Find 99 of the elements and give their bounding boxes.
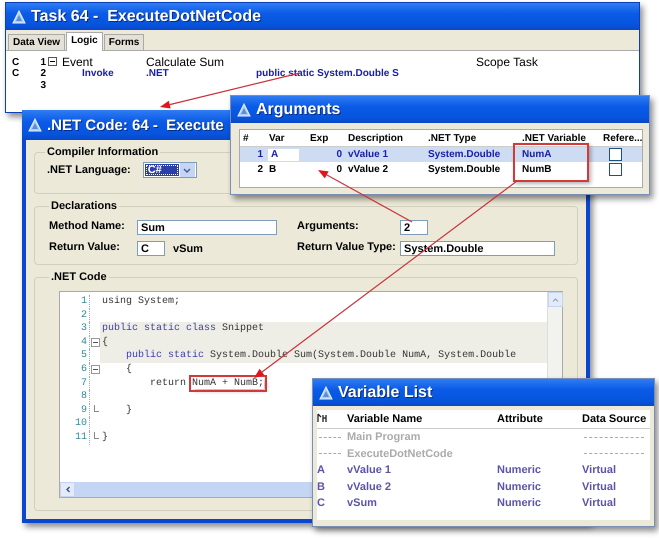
window-title: Task 64 - ExecuteDotNetCode — [31, 8, 261, 26]
table-cell-text: vValue 2 — [347, 164, 390, 175]
line-number: 9 — [60, 404, 90, 418]
chevron-left-icon — [66, 486, 70, 493]
code-line: return NumA + NumB; — [100, 376, 264, 390]
column-header[interactable]: Description — [345, 132, 425, 144]
table-cell-text: 0 — [335, 149, 343, 160]
operation-cell-text: .NET — [146, 68, 170, 78]
line-number: 1 — [60, 295, 90, 309]
table-cell-text: A — [317, 464, 326, 476]
argument-row[interactable]: 1 A 0 vValue 1 System.Double NumA — [240, 147, 642, 162]
column-header[interactable]: Var — [266, 132, 307, 144]
table-cell-text: NumA — [521, 149, 552, 160]
tab[interactable]: Forms — [104, 34, 144, 50]
column-header[interactable]: Refere... — [600, 132, 642, 144]
arguments-field[interactable]: 2 — [400, 220, 428, 235]
table-cell-text: Virtual — [582, 480, 618, 493]
dashed-line — [319, 453, 341, 454]
operation-cell-text: Scope Task — [475, 55, 539, 69]
window-title: .NET Code: 64 - Execute — [47, 116, 224, 134]
window-title: Arguments — [256, 100, 340, 118]
table-cell-text: System.Double — [427, 164, 502, 175]
table-cell-text: System.Double — [427, 149, 502, 160]
table-cell-text: 0 — [335, 164, 343, 175]
collapse-icon[interactable] — [90, 338, 100, 348]
table-cell-text: C — [317, 497, 326, 510]
operation-cell-text: Event — [62, 55, 93, 69]
table-cell-text: Numeric — [497, 497, 542, 510]
line-number: 11 — [60, 430, 90, 445]
table-cell: A — [268, 148, 299, 160]
group-title: Declarations — [50, 200, 118, 212]
table-cell-text: 1 — [256, 149, 264, 160]
operation-cell-text: Calculate Sum — [146, 55, 226, 69]
collapse-icon[interactable] — [90, 365, 100, 374]
language-dropdown[interactable]: C# — [142, 162, 197, 178]
operation-cell-text: Invoke — [81, 68, 115, 78]
chevron-up-icon — [552, 298, 559, 302]
line-number: 10 — [60, 417, 90, 431]
column-header[interactable]: # — [240, 132, 266, 144]
line-number: 8 — [60, 390, 90, 404]
dashed-line — [584, 453, 644, 454]
code-line: { — [125, 362, 132, 377]
table-cell-text: B — [317, 480, 326, 493]
column-header[interactable]: .NET Variable — [519, 132, 600, 144]
column-header[interactable]: Exp — [307, 132, 345, 144]
variable-name: vSum — [173, 242, 203, 254]
line-number: 3 — [60, 322, 90, 336]
table-cell-text: Numeric — [497, 480, 542, 493]
window-icon — [237, 102, 251, 116]
table-cell-text: vValue 1 — [347, 464, 392, 476]
window-icon — [12, 10, 26, 24]
chevron-down-icon — [183, 168, 192, 172]
method-name-field[interactable]: Sum — [137, 220, 277, 235]
line-number: 7 — [60, 376, 90, 390]
code-line: } — [101, 430, 108, 445]
group-title: Compiler Information — [46, 146, 160, 158]
window-icon — [28, 118, 42, 132]
tab[interactable]: Data View — [8, 34, 66, 50]
table-cell-text: Main Program — [347, 431, 422, 444]
column-header[interactable]: .NET Type — [425, 132, 519, 144]
table-cell-text: Numeric — [497, 464, 542, 476]
group-title: .NET Code — [50, 271, 108, 283]
window-icon — [319, 386, 333, 400]
table-cell-text: B — [268, 164, 278, 175]
window-title: Variable List — [338, 384, 432, 402]
line-number: 2 — [60, 308, 90, 322]
collapse-icon[interactable] — [48, 57, 57, 66]
column-header[interactable]: Variable Name — [347, 413, 497, 425]
table-cell-text: Virtual — [582, 497, 618, 510]
field-label: Return Value Type: — [297, 241, 397, 255]
return-value-field[interactable]: C — [137, 241, 165, 256]
column-header[interactable]: Data Source — [582, 413, 650, 425]
field-label: .NET Language: — [47, 164, 131, 176]
line-number: 6 — [60, 362, 90, 377]
row-marker: C — [12, 68, 20, 78]
line-number: 3 — [39, 80, 47, 90]
field-label: Arguments: — [297, 220, 360, 234]
table-cell-text: vValue 1 — [347, 149, 390, 160]
checkbox[interactable] — [609, 148, 622, 161]
line-number: 2 — [39, 68, 47, 78]
row-marker: C — [12, 56, 20, 68]
table-cell-text: NumB — [521, 164, 552, 175]
table-cell-text: vValue 2 — [347, 480, 392, 493]
code-line: using System; — [101, 295, 180, 309]
table-cell-text: ExecuteDotNetCode — [347, 448, 454, 460]
table-cell-text: Virtual — [582, 464, 618, 476]
table-cell-text: 2 — [256, 164, 264, 175]
dashed-line — [584, 436, 644, 438]
checkbox[interactable] — [609, 163, 622, 176]
table-cell-text: vSum — [347, 497, 378, 510]
argument-row[interactable]: 2 B 0 vValue 2 System.Double NumB — [240, 162, 642, 177]
code-line: } — [125, 404, 132, 418]
field-label: Return Value: — [49, 241, 121, 255]
line-number: 1 — [39, 56, 47, 68]
dashed-line — [319, 436, 341, 438]
line-number: 5 — [60, 349, 90, 363]
tab[interactable]: Logic — [66, 32, 103, 51]
line-number: 4 — [60, 336, 90, 350]
field-label: Method Name: — [49, 220, 126, 234]
